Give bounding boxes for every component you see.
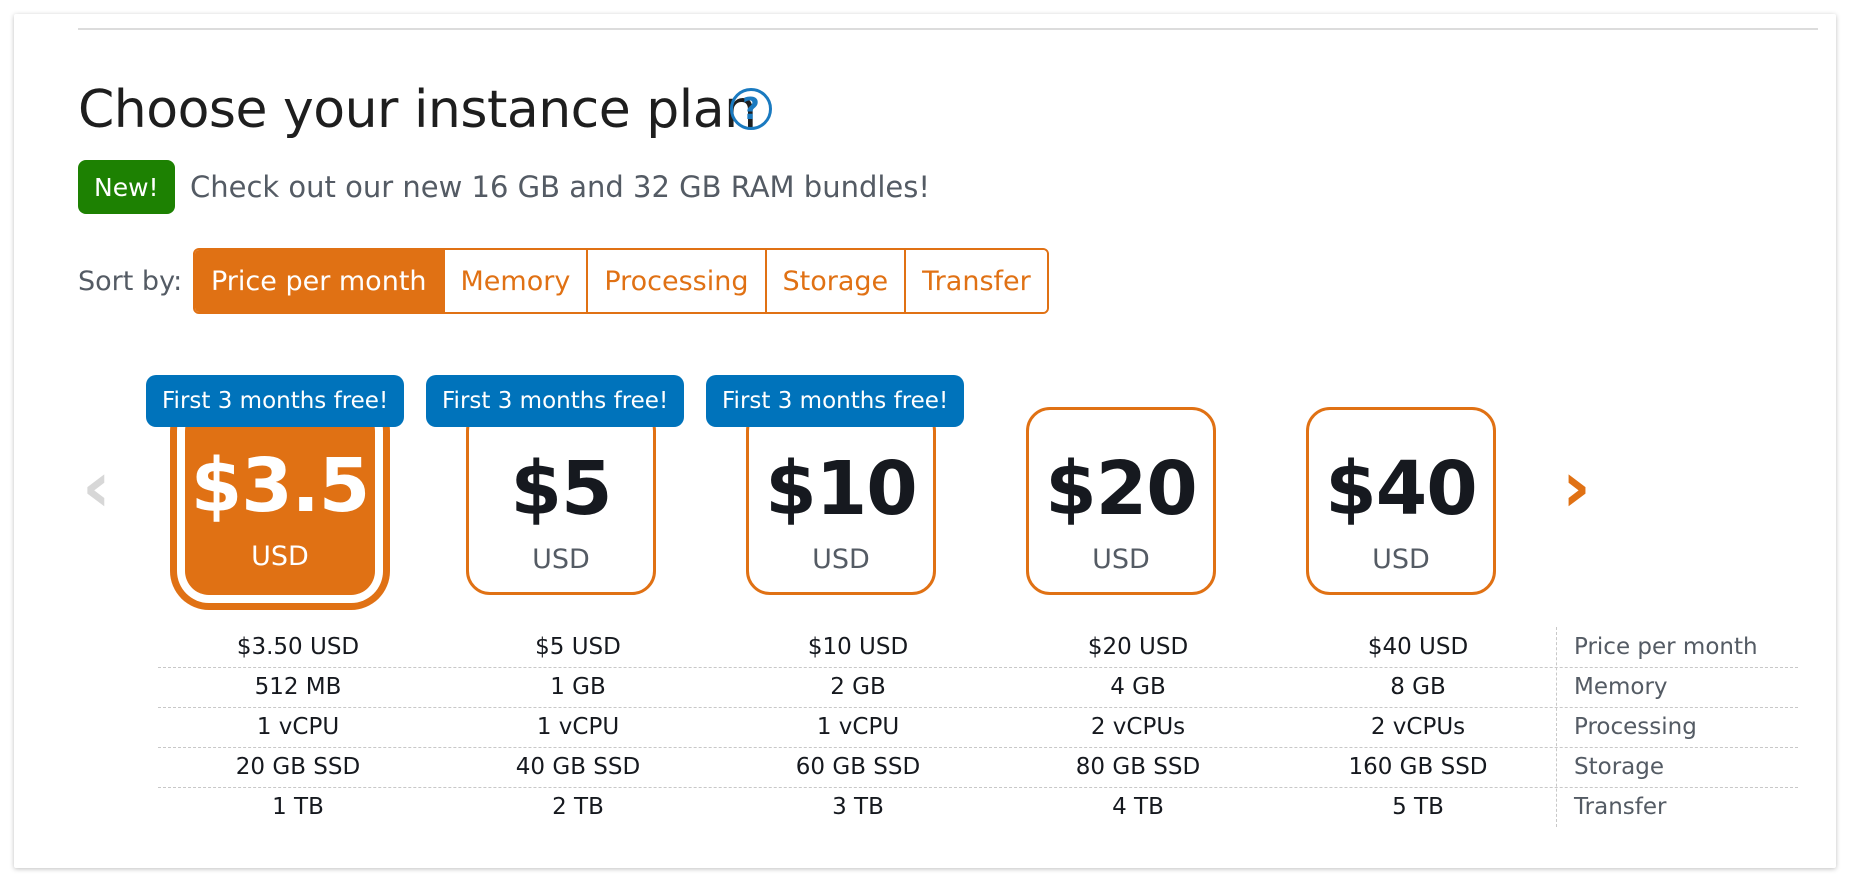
- spec-cell: 160 GB SSD: [1348, 754, 1488, 780]
- spec-row-label: Transfer: [1574, 794, 1667, 820]
- plan-currency: USD: [1092, 544, 1150, 575]
- spec-row-price: $3.50 USD $5 USD $10 USD $20 USD $40 USD…: [158, 628, 1798, 668]
- plan-currency: USD: [1372, 544, 1430, 575]
- plan-card-3-5[interactable]: $3.5 USD: [185, 407, 375, 595]
- sort-processing-button[interactable]: Processing: [586, 250, 765, 312]
- spec-cell: 8 GB: [1390, 674, 1446, 700]
- spec-cell: 2 vCPUs: [1090, 714, 1186, 740]
- sort-price-button[interactable]: Price per month: [195, 250, 443, 312]
- plan-price: $40: [1325, 446, 1477, 532]
- sort-storage-button[interactable]: Storage: [764, 250, 905, 312]
- spec-cell: $5 USD: [535, 634, 621, 660]
- spec-cell: 2 GB: [830, 674, 886, 700]
- spec-cell: $3.50 USD: [236, 634, 360, 660]
- chevron-right-icon[interactable]: ›: [1562, 452, 1591, 522]
- new-badge: New!: [78, 160, 175, 214]
- spec-cell: 60 GB SSD: [795, 754, 921, 780]
- spec-cell: 1 GB: [550, 674, 606, 700]
- spec-cell: 5 TB: [1392, 794, 1444, 820]
- spec-table: $3.50 USD $5 USD $10 USD $20 USD $40 USD…: [158, 628, 1798, 828]
- plan-card-10[interactable]: $10 USD: [746, 407, 936, 595]
- spec-row-processing: 1 vCPU 1 vCPU 1 vCPU 2 vCPUs 2 vCPUs Pro…: [158, 708, 1798, 748]
- spec-cell: 3 TB: [832, 794, 884, 820]
- spec-cell: 4 GB: [1110, 674, 1166, 700]
- plan-card-40[interactable]: $40 USD: [1306, 407, 1496, 595]
- spec-cell: $10 USD: [807, 634, 909, 660]
- promo-badge: First 3 months free!: [146, 375, 405, 427]
- plan-price: $10: [765, 446, 917, 532]
- spec-cell: 1 vCPU: [536, 714, 620, 740]
- question-circle-icon[interactable]: ?: [730, 88, 772, 130]
- plan-price: $20: [1045, 446, 1197, 532]
- spec-row-storage: 20 GB SSD 40 GB SSD 60 GB SSD 80 GB SSD …: [158, 748, 1798, 788]
- spec-cell: $40 USD: [1367, 634, 1469, 660]
- sort-transfer-button[interactable]: Transfer: [904, 250, 1047, 312]
- spec-cell: 1 vCPU: [256, 714, 340, 740]
- spec-row-transfer: 1 TB 2 TB 3 TB 4 TB 5 TB Transfer: [158, 788, 1798, 828]
- page-title: Choose your instance plan: [78, 80, 757, 140]
- plan-card-5[interactable]: $5 USD: [466, 407, 656, 595]
- spec-cell: 4 TB: [1112, 794, 1164, 820]
- spec-cell: 80 GB SSD: [1075, 754, 1201, 780]
- promo-badge: First 3 months free!: [426, 375, 685, 427]
- chevron-left-icon[interactable]: ‹: [82, 452, 111, 522]
- instance-plan-panel: Choose your instance plan ? New! Check o…: [14, 14, 1836, 868]
- spec-row-label: Memory: [1574, 674, 1668, 700]
- spec-row-memory: 512 MB 1 GB 2 GB 4 GB 8 GB Memory: [158, 668, 1798, 708]
- top-divider: [78, 28, 1818, 30]
- plan-currency: USD: [812, 544, 870, 575]
- spec-cell: 1 vCPU: [816, 714, 900, 740]
- spec-row-label: Processing: [1574, 714, 1697, 740]
- plan-price: $3.5: [190, 443, 371, 529]
- sort-button-group: Price per month Memory Processing Storag…: [193, 248, 1049, 314]
- spec-cell: 40 GB SSD: [515, 754, 641, 780]
- sort-memory-button[interactable]: Memory: [442, 250, 587, 312]
- spec-cell: 1 TB: [272, 794, 324, 820]
- spec-cell: $20 USD: [1087, 634, 1189, 660]
- spec-row-label: Storage: [1574, 754, 1664, 780]
- plan-card-20[interactable]: $20 USD: [1026, 407, 1216, 595]
- spec-cell: 2 TB: [552, 794, 604, 820]
- plan-currency: USD: [251, 541, 309, 572]
- plan-price: $5: [510, 446, 613, 532]
- new-bundles-text: Check out our new 16 GB and 32 GB RAM bu…: [190, 170, 931, 204]
- plan-currency: USD: [532, 544, 590, 575]
- promo-badge: First 3 months free!: [706, 375, 965, 427]
- sort-label: Sort by:: [78, 266, 183, 297]
- spec-cell: 20 GB SSD: [235, 754, 361, 780]
- spec-cell: 2 vCPUs: [1370, 714, 1466, 740]
- spec-row-label: Price per month: [1574, 634, 1758, 660]
- spec-cell: 512 MB: [254, 674, 342, 700]
